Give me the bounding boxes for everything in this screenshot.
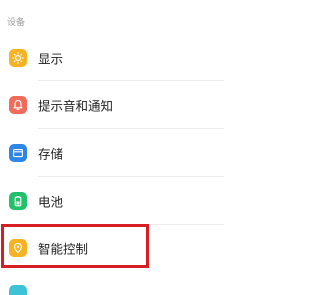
settings-item-battery[interactable]: 电池	[0, 179, 224, 223]
battery-icon	[9, 192, 27, 210]
divider	[38, 80, 224, 81]
settings-item-label: 存储	[38, 146, 64, 162]
divider	[38, 128, 224, 129]
bell-icon	[9, 96, 27, 114]
settings-item-label: 提示音和通知	[38, 98, 114, 114]
settings-item-storage[interactable]: 存储	[0, 131, 224, 175]
settings-item-sounds-notifications[interactable]: 提示音和通知	[0, 83, 224, 127]
settings-item-label: 显示	[38, 51, 64, 67]
section-header-device: 设备	[7, 18, 26, 28]
settings-item-label: 电池	[38, 194, 64, 210]
brightness-icon	[9, 49, 27, 67]
highlight-box	[1, 224, 149, 268]
partial-icon	[9, 285, 27, 295]
divider	[38, 176, 224, 177]
settings-item-display[interactable]: 显示	[0, 36, 224, 80]
storage-icon	[9, 144, 27, 162]
